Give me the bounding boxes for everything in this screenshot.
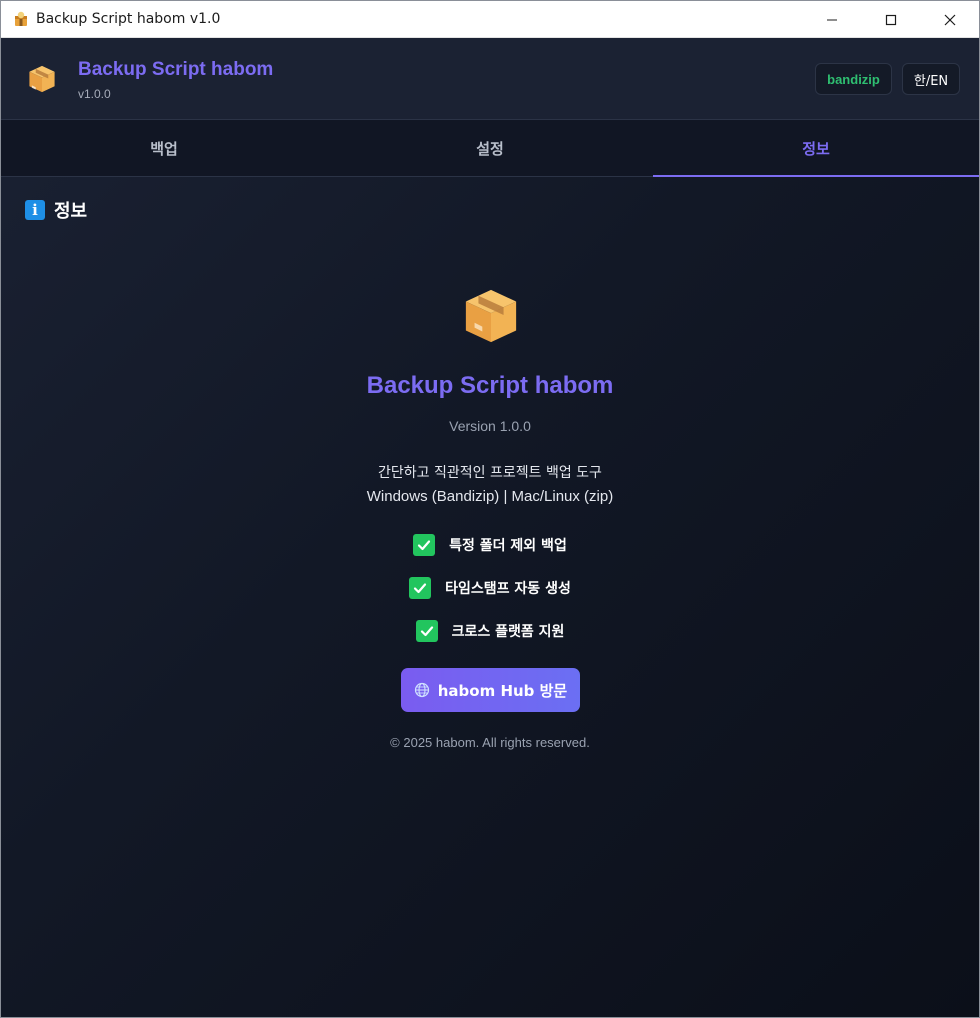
tab-settings[interactable]: 설정 — [327, 120, 653, 176]
tab-backup[interactable]: 백업 — [1, 120, 327, 176]
visit-hub-button[interactable]: habom Hub 방문 — [401, 668, 580, 712]
app-window: Backup Script habom v1.0 Backup Script h… — [0, 0, 980, 1018]
about-description: 간단하고 직관적인 프로젝트 백업 도구 — [378, 465, 602, 481]
app-icon — [12, 10, 30, 28]
package-box-large-icon — [462, 285, 520, 347]
close-button[interactable] — [920, 1, 979, 38]
section-heading: i 정보 — [25, 197, 87, 223]
maximize-button[interactable] — [861, 1, 920, 38]
app-header: Backup Script habom v1.0.0 bandizip 한/EN — [1, 38, 979, 120]
checkmark-icon — [415, 620, 438, 642]
window-controls — [802, 1, 979, 38]
info-icon: i — [25, 200, 45, 220]
window-title: Backup Script habom v1.0 — [36, 11, 221, 27]
maximize-icon — [885, 14, 896, 25]
section-title: 정보 — [54, 201, 88, 222]
checkmark-icon — [413, 534, 436, 556]
feature-label: 크로스 플랫폼 지원 — [451, 624, 565, 640]
about-title: Backup Script habom — [366, 372, 614, 399]
app-version: v1.0.0 — [78, 87, 111, 101]
bandizip-badge[interactable]: bandizip — [815, 63, 892, 95]
tab-bar: 백업 설정 정보 — [1, 120, 979, 177]
checkmark-icon — [409, 577, 432, 599]
about-version: Version 1.0.0 — [449, 418, 531, 434]
app-name: Backup Script habom — [78, 59, 274, 80]
feature-label: 타임스탬프 자동 생성 — [445, 581, 571, 597]
title-bar[interactable]: Backup Script habom v1.0 — [1, 1, 979, 38]
visit-hub-label: habom Hub 방문 — [437, 681, 568, 700]
package-box-icon — [27, 64, 57, 94]
copyright-text: © 2025 habom. All rights reserved. — [390, 735, 590, 750]
tab-info[interactable]: 정보 — [653, 120, 979, 177]
feature-label: 특정 폴더 제외 백업 — [449, 538, 567, 554]
minimize-button[interactable] — [802, 1, 861, 38]
feature-item: 특정 폴더 제외 백업 — [1, 534, 979, 556]
feature-item: 크로스 플랫폼 지원 — [1, 620, 979, 642]
minimize-icon — [826, 19, 837, 20]
globe-icon — [414, 682, 429, 698]
language-toggle-button[interactable]: 한/EN — [902, 63, 960, 95]
feature-item: 타임스탬프 자동 생성 — [1, 577, 979, 599]
about-platforms: Windows (Bandizip) | Mac/Linux (zip) — [366, 488, 614, 505]
close-icon — [944, 14, 955, 25]
